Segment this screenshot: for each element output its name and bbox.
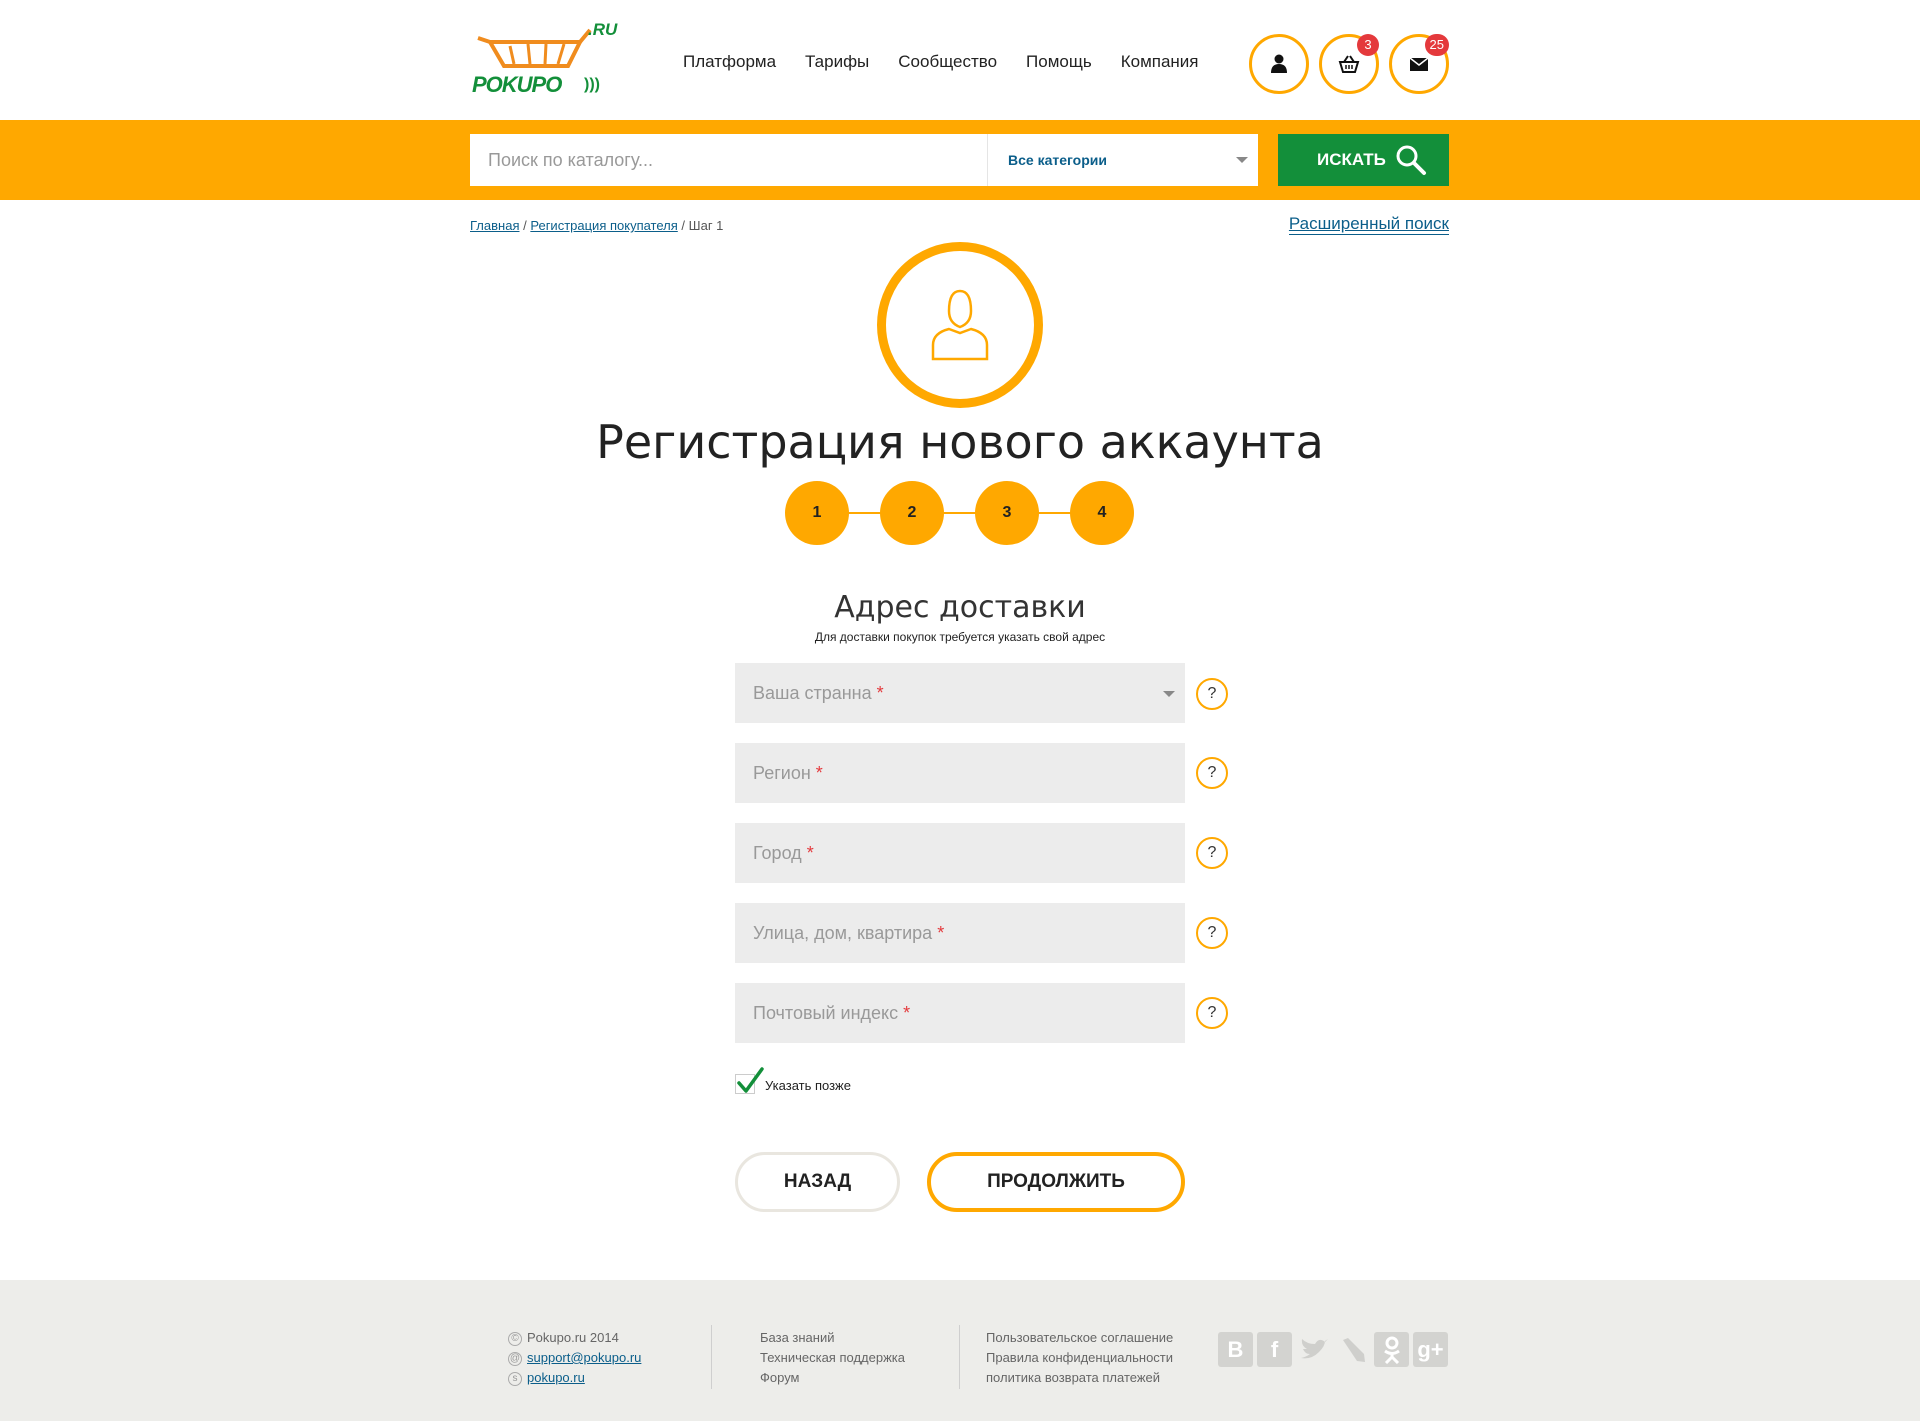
- footer-copyright: Pokupo.ru 2014: [527, 1330, 619, 1345]
- nav-community[interactable]: Сообщество: [898, 52, 997, 72]
- city-placeholder: Город: [753, 842, 802, 863]
- search-input[interactable]: Поиск по каталогу...: [470, 134, 987, 186]
- footer-link-user-agreement[interactable]: Пользовательское соглашение: [986, 1328, 1173, 1348]
- chevron-down-icon: [1163, 691, 1175, 697]
- required-mark: *: [815, 762, 823, 783]
- livejournal-icon[interactable]: [1335, 1332, 1370, 1367]
- logo-suffix: .RU: [588, 20, 618, 39]
- country-select[interactable]: Ваша странна *: [735, 663, 1185, 723]
- city-field[interactable]: Город *: [735, 823, 1185, 883]
- zip-field[interactable]: Почтовый индекс *: [735, 983, 1185, 1043]
- basket-icon: [1338, 55, 1360, 73]
- account-button[interactable]: [1249, 34, 1309, 94]
- later-checkbox-label[interactable]: Указать позже: [765, 1078, 851, 1093]
- country-placeholder: Ваша странна: [753, 682, 872, 703]
- footer-contacts: © Pokupo.ru 2014 @ support@pokupo.ru s poku…: [508, 1328, 641, 1388]
- user-outline-icon: [931, 289, 989, 361]
- footer-help-links: База знаний Техническая поддержка Форум: [760, 1328, 905, 1388]
- social-links: B f g+: [1218, 1332, 1448, 1367]
- messages-button[interactable]: 25: [1389, 34, 1449, 94]
- footer-link-refund-policy[interactable]: политика возврата платежей: [986, 1368, 1173, 1388]
- site-header: .RU POKUPO ))) Платформа Тарифы Сообщест…: [0, 0, 1920, 120]
- search-button[interactable]: ИСКАТЬ: [1278, 134, 1449, 186]
- region-placeholder: Регион: [753, 762, 811, 783]
- footer-legal-links: Пользовательское соглашение Правила конф…: [986, 1328, 1173, 1388]
- required-mark: *: [876, 682, 884, 703]
- page-title: Регистрация нового аккаунта: [596, 415, 1324, 469]
- facebook-icon[interactable]: f: [1257, 1332, 1292, 1367]
- breadcrumb-separator: /: [681, 218, 686, 233]
- section-subtitle: Для доставки покупок требуется указать с…: [814, 630, 1106, 644]
- search-icon: [1396, 145, 1426, 175]
- skype-icon: s: [508, 1371, 522, 1386]
- back-button[interactable]: НАЗАД: [735, 1152, 900, 1212]
- category-select[interactable]: Все категории: [987, 134, 1258, 186]
- main-nav: Платформа Тарифы Сообщество Помощь Компа…: [683, 52, 1228, 72]
- twitter-icon[interactable]: [1296, 1332, 1331, 1367]
- breadcrumb-current: Шаг 1: [688, 218, 724, 233]
- copyright-icon: ©: [508, 1331, 522, 1346]
- avatar: [877, 242, 1043, 408]
- vk-icon[interactable]: B: [1218, 1332, 1253, 1367]
- site-footer: © Pokupo.ru 2014 @ support@pokupo.ru s poku…: [0, 1280, 1920, 1421]
- step-2: 2: [880, 481, 944, 545]
- search-button-label: ИСКАТЬ: [1317, 150, 1386, 169]
- help-icon[interactable]: ?: [1196, 678, 1228, 710]
- logo-waves: ))): [584, 76, 600, 93]
- required-mark: *: [806, 842, 814, 863]
- cart-button[interactable]: 3: [1319, 34, 1379, 94]
- section-title: Адрес доставки: [834, 590, 1086, 625]
- breadcrumb-home[interactable]: Главная: [470, 218, 519, 233]
- advanced-search-link[interactable]: Расширенный поиск: [1288, 214, 1449, 235]
- cart-count-badge: 3: [1357, 34, 1379, 56]
- footer-link-knowledge-base[interactable]: База знаний: [760, 1328, 905, 1348]
- steps-line: [817, 512, 1102, 514]
- footer-link-privacy[interactable]: Правила конфиденциальности: [986, 1348, 1173, 1368]
- step-1: 1: [785, 481, 849, 545]
- envelope-icon: [1409, 57, 1429, 71]
- footer-email-link[interactable]: support@pokupo.ru: [527, 1350, 641, 1365]
- region-field[interactable]: Регион *: [735, 743, 1185, 803]
- help-icon[interactable]: ?: [1196, 757, 1228, 789]
- footer-link-forum[interactable]: Форум: [760, 1368, 905, 1388]
- breadcrumb-registration[interactable]: Регистрация покупателя: [530, 218, 677, 233]
- category-select-value: Все категории: [1008, 152, 1107, 168]
- help-icon[interactable]: ?: [1196, 997, 1228, 1029]
- breadcrumb-separator: /: [523, 218, 527, 233]
- footer-link-support[interactable]: Техническая поддержка: [760, 1348, 905, 1368]
- help-icon[interactable]: ?: [1196, 837, 1228, 869]
- checkmark-icon: [737, 1067, 764, 1093]
- step-4: 4: [1070, 481, 1134, 545]
- step-3: 3: [975, 481, 1039, 545]
- street-placeholder: Улица, дом, квартира: [753, 922, 933, 943]
- user-icon: [1271, 54, 1287, 73]
- at-icon: @: [508, 1351, 522, 1366]
- nav-tariffs[interactable]: Тарифы: [805, 52, 869, 72]
- zip-placeholder: Почтовый индекс: [753, 1002, 899, 1023]
- nav-help[interactable]: Помощь: [1026, 52, 1092, 72]
- messages-count-badge: 25: [1424, 34, 1449, 56]
- help-icon[interactable]: ?: [1196, 917, 1228, 949]
- continue-button[interactable]: ПРОДОЛЖИТЬ: [927, 1152, 1185, 1212]
- search-band: Поиск по каталогу... Все категории ИСКАТ…: [0, 120, 1920, 200]
- later-checkbox[interactable]: [735, 1067, 764, 1094]
- googleplus-icon[interactable]: g+: [1413, 1332, 1448, 1367]
- required-mark: *: [903, 1002, 911, 1023]
- required-mark: *: [937, 922, 945, 943]
- nav-platform[interactable]: Платформа: [683, 52, 776, 72]
- footer-divider: [959, 1325, 960, 1389]
- logo[interactable]: .RU POKUPO ))): [470, 20, 620, 100]
- odnoklassniki-icon[interactable]: [1374, 1332, 1409, 1367]
- logo-text: POKUPO: [472, 72, 562, 97]
- chevron-down-icon: [1236, 157, 1248, 163]
- footer-skype-link[interactable]: pokupo.ru: [527, 1370, 585, 1385]
- nav-company[interactable]: Компания: [1121, 52, 1199, 72]
- breadcrumb: Главная / Регистрация покупателя / Шаг 1: [470, 218, 723, 233]
- footer-divider: [711, 1325, 712, 1389]
- street-field[interactable]: Улица, дом, квартира *: [735, 903, 1185, 963]
